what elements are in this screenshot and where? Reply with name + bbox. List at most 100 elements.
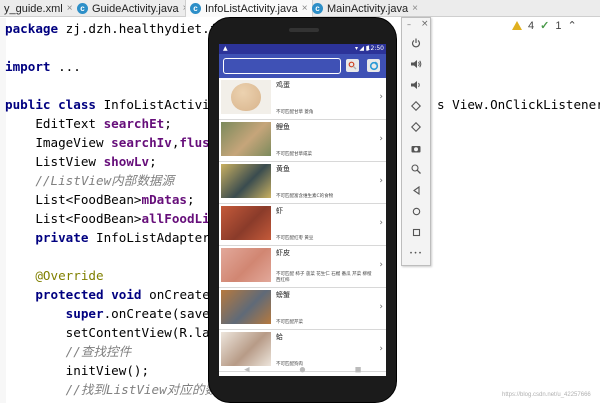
class-file-icon: c — [190, 3, 201, 14]
code-line: //查找控件 — [5, 344, 132, 359]
food-image — [221, 290, 271, 324]
tab-label: y_guide.xml — [4, 2, 63, 15]
list-item[interactable]: 虾不可匹配红枣 黄豆 › — [219, 204, 386, 246]
food-name: 鸡蛋 — [276, 81, 290, 89]
food-description: 不可匹配富含维生素C的食物 — [276, 193, 334, 199]
warning-icon — [512, 21, 522, 30]
list-item[interactable]: 虾皮不可匹配 柿子 菠菜 花生仁 石榴 番瓜 芹菜 柳橙 西红柿 › — [219, 246, 386, 288]
chevron-up-icon[interactable]: ⌃ — [567, 19, 576, 32]
code-line: @Override — [5, 268, 104, 283]
chevron-right-icon: › — [379, 218, 383, 228]
emulator-toolbar: – × ••• — [401, 17, 431, 266]
home-icon[interactable] — [402, 201, 430, 221]
volume-up-icon[interactable] — [402, 54, 430, 74]
code-line: ImageView searchIv,flushIv; — [5, 135, 240, 150]
chevron-right-icon: › — [379, 344, 383, 354]
close-icon[interactable]: × — [67, 3, 73, 14]
food-name: 蛤 — [276, 333, 283, 341]
list-item[interactable]: 鲤鱼不可匹配甘草咸菜 › — [219, 120, 386, 162]
refresh-icon[interactable] — [367, 59, 380, 72]
food-name: 黄鱼 — [276, 165, 290, 173]
search-icon[interactable] — [346, 59, 359, 72]
code-line: private InfoListAdapter ada — [35, 230, 241, 245]
code-line: EditText searchEt; — [5, 116, 172, 131]
class-file-icon: c — [77, 3, 88, 14]
more-icon[interactable]: ••• — [402, 243, 430, 263]
ok-count: 1 — [555, 19, 562, 32]
volume-down-icon[interactable] — [402, 75, 430, 95]
minimize-button[interactable]: – — [407, 20, 411, 29]
code-line: ListView showLv; — [5, 154, 157, 169]
food-image — [221, 164, 271, 198]
rotate-right-icon[interactable] — [402, 117, 430, 137]
food-image — [221, 206, 271, 240]
list-item[interactable]: 螃蟹不可匹配芹菜 › — [219, 288, 386, 330]
close-button[interactable]: × — [421, 19, 429, 29]
chevron-right-icon: › — [379, 302, 383, 312]
code-line: //找到ListView对应的数据源 — [5, 382, 243, 397]
food-name: 鲤鱼 — [276, 123, 290, 131]
code-line: initView(); — [5, 363, 150, 378]
food-image — [221, 80, 271, 114]
food-name: 螃蟹 — [276, 291, 290, 299]
watermark: https://blog.csdn.net/u_42257666 — [502, 392, 591, 398]
food-description: 不可匹配甘草 菱角 — [276, 109, 314, 115]
home-icon[interactable]: ● — [300, 365, 305, 375]
tab-main-activity[interactable]: c MainActivity.java × — [308, 0, 422, 17]
close-icon[interactable]: × — [302, 3, 308, 14]
editor-tab-bar: y_guide.xml × c GuideActivity.java × c I… — [0, 0, 600, 17]
rotate-left-icon[interactable] — [402, 96, 430, 116]
tab-label: MainActivity.java — [327, 2, 409, 15]
class-file-icon: c — [312, 3, 323, 14]
warning-count: 4 — [528, 19, 535, 32]
list-item[interactable]: 黄鱼不可匹配富含维生素C的食物 › — [219, 162, 386, 204]
camera-icon[interactable] — [402, 138, 430, 158]
phone-nav-bar: ◀ ● ■ — [219, 359, 386, 381]
code-line-fragment: s View.OnClickListener{ — [437, 97, 600, 112]
chevron-right-icon: › — [379, 260, 383, 270]
back-icon[interactable]: ◀ — [244, 365, 249, 375]
food-image — [221, 248, 271, 282]
code-line: super.onCreate(savedIns — [65, 306, 241, 321]
code-line: setContentView(R.layout — [5, 325, 241, 340]
chevron-right-icon: › — [379, 92, 383, 102]
overview-icon[interactable] — [402, 222, 430, 242]
food-image — [221, 122, 271, 156]
power-icon[interactable] — [402, 33, 430, 53]
code-line: import ... — [5, 59, 81, 74]
signal-icon: ◢ — [359, 45, 364, 52]
wifi-icon: ▾ — [354, 45, 358, 52]
overview-icon[interactable]: ■ — [355, 365, 360, 375]
tab-label: GuideActivity.java — [92, 2, 179, 15]
list-item[interactable]: 鸡蛋不可匹配甘草 菱角 › — [219, 78, 386, 120]
phone-speaker — [289, 28, 319, 32]
code-line: List<FoodBean>mDatas; — [5, 192, 195, 207]
notification-icon: ▲ — [223, 45, 228, 52]
code-line: //ListView内部数据源 — [5, 173, 175, 188]
code-line: List<FoodBean>allFoodList; — [5, 211, 232, 226]
chevron-right-icon: › — [379, 134, 383, 144]
back-icon[interactable] — [402, 180, 430, 200]
tab-info-list-activity[interactable]: c InfoListActivity.java × — [185, 0, 313, 17]
food-description: 不可匹配芹菜 — [276, 319, 303, 325]
check-icon: ✓ — [540, 20, 550, 32]
chevron-right-icon: › — [379, 176, 383, 186]
search-input[interactable] — [223, 58, 341, 74]
zoom-icon[interactable] — [402, 159, 430, 179]
food-name: 虾皮 — [276, 249, 290, 257]
food-name: 虾 — [276, 207, 283, 215]
tab-guide-activity[interactable]: c GuideActivity.java × — [73, 0, 192, 17]
tab-guide-xml[interactable]: y_guide.xml × — [0, 0, 77, 17]
app-bar — [219, 54, 386, 78]
food-description: 不可匹配 柿子 菠菜 花生仁 石榴 番瓜 芹菜 柳橙 西红柿 — [276, 272, 372, 283]
tab-label: InfoListActivity.java — [205, 2, 298, 15]
food-description: 不可匹配甘草咸菜 — [276, 151, 312, 157]
code-line: protected void onCreate(Bun — [35, 287, 241, 302]
inspection-widget[interactable]: 4 ✓ 1 ⌃ — [512, 19, 577, 32]
food-description: 不可匹配红枣 黄豆 — [276, 235, 314, 241]
close-icon[interactable]: × — [412, 3, 418, 14]
status-bar: ▲ ▾ ◢ ▮ 12:50 — [219, 44, 386, 54]
phone-screen[interactable]: ▲ ▾ ◢ ▮ 12:50 鸡蛋 不可匹配甘草 菱角 › 鲤鱼 不可匹配甘草咸菜 › 黄鱼不… — [219, 44, 386, 376]
status-time: 12:50 — [366, 45, 384, 52]
code-line: public class InfoListActivity e — [5, 97, 241, 112]
